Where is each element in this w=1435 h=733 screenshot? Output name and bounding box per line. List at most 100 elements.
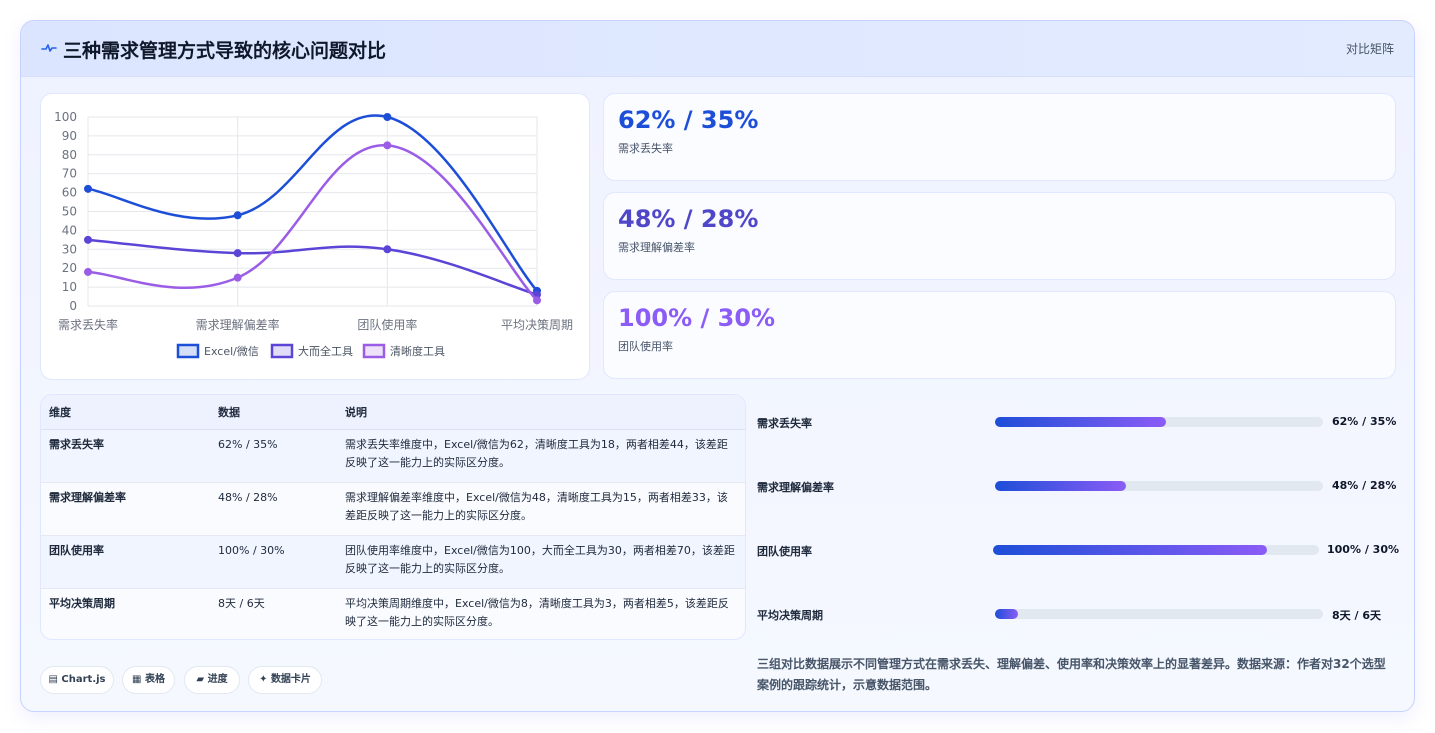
- page-title: 三种需求管理方式导致的核心问题对比: [63, 40, 387, 62]
- badge-label: 数据卡片: [270, 674, 311, 685]
- stat-value: 48% / 28%: [618, 205, 759, 233]
- progress-row: 平均决策周期 8天 / 6天: [757, 605, 1397, 625]
- stat-card-2: 48% / 28% 需求理解偏差率: [603, 192, 1396, 280]
- table-cell: 48% / 28%: [218, 490, 278, 504]
- badge-label: Chart.js: [61, 674, 106, 685]
- progress-icon: ▰: [196, 674, 205, 685]
- x-tick-label: 团队使用率: [357, 317, 417, 332]
- stat-card-3: 100% / 30% 团队使用率: [603, 291, 1396, 379]
- line-chart: 0 10 20 30 40 50 60 70 80 90 100 需求丢失率 需求理解偏差率 团队使用率 平…: [54, 110, 573, 359]
- card-header: 三种需求管理方式导致的核心问题对比 对比矩阵: [21, 21, 1414, 77]
- y-tick-label: 100: [54, 110, 77, 124]
- progress-fill: [995, 481, 1127, 491]
- data-point: [233, 273, 242, 282]
- badge-data-cards[interactable]: ✦ 数据卡片: [248, 666, 322, 694]
- stat-label: 需求丢失率: [618, 142, 673, 155]
- badge-label: 进度: [207, 674, 228, 685]
- table-row: 需求理解偏差率 48% / 28% 需求理解偏差率维度中，Excel/微信为48…: [41, 482, 745, 535]
- table-cell: 团队使用率: [49, 543, 104, 557]
- progress-label: 需求理解偏差率: [757, 481, 834, 494]
- table-row: 平均决策周期 8天 / 6天 平均决策周期维度中，Excel/微信为8，清晰度工…: [41, 588, 745, 639]
- column-header: 数据: [210, 395, 337, 430]
- progress-value: 100% / 30%: [1327, 543, 1399, 556]
- x-tick-label: 平均决策周期: [501, 318, 573, 332]
- data-point: [84, 184, 92, 193]
- table-row: 需求丢失率 62% / 35% 需求丢失率维度中，Excel/微信为62，清晰度…: [41, 429, 745, 482]
- series-line: [87, 114, 538, 292]
- progress-track: [993, 545, 1319, 555]
- chart-icon: ▤: [48, 674, 58, 685]
- footnote: 三组对比数据展示不同管理方式在需求丢失、理解偏差、使用率和决策效率上的显著差异。…: [757, 657, 1386, 692]
- data-point: [383, 141, 392, 150]
- badge-chartjs[interactable]: ▤ Chart.js: [40, 666, 114, 694]
- stat-label: 需求理解偏差率: [618, 241, 695, 254]
- table-header-row: 维度 数据 说明: [41, 395, 745, 430]
- table-cell: 8天 / 6天: [218, 596, 265, 610]
- y-tick-label: 80: [62, 148, 77, 162]
- x-tick-label: 需求丢失率: [58, 317, 118, 332]
- y-tick-label: 10: [62, 280, 77, 294]
- table-cell: 需求丢失率维度中，Excel/微信为62，清晰度工具为18，两者相差44，该差距…: [345, 437, 728, 469]
- x-tick-label: 需求理解偏差率: [196, 317, 280, 332]
- stat-card-1: 62% / 35% 需求丢失率: [603, 93, 1396, 181]
- table-cell: 团队使用率维度中，Excel/微信为100，大而全工具为30，两者相差70，该差…: [345, 543, 735, 575]
- table-cell: 62% / 35%: [218, 437, 278, 451]
- progress-label: 平均决策周期: [757, 609, 823, 622]
- progress-fill: [995, 417, 1166, 427]
- table-cell: 平均决策周期: [49, 596, 115, 610]
- data-point: [84, 267, 92, 276]
- progress-track: [995, 609, 1323, 619]
- progress-label: 团队使用率: [757, 545, 812, 558]
- progress-value: 62% / 35%: [1332, 415, 1397, 428]
- comparison-card: 三种需求管理方式导致的核心问题对比 对比矩阵 0 10 20 30 40 50 60 70 80…: [20, 20, 1415, 712]
- table-cell: 需求丢失率: [49, 437, 104, 451]
- comparison-table: 维度 数据 说明 需求丢失率 62% / 35% 需求丢失率维度中，Excel/…: [41, 395, 745, 639]
- stat-value: 100% / 30%: [618, 304, 776, 332]
- pulse-icon: [41, 44, 57, 52]
- stat-value: 62% / 35%: [618, 106, 759, 134]
- progress-value: 8天 / 6天: [1332, 609, 1381, 622]
- legend-swatch: [362, 343, 386, 359]
- progress-fill: [993, 545, 1267, 555]
- data-point: [383, 245, 392, 254]
- progress-track: [995, 417, 1323, 427]
- y-tick-label: 30: [62, 242, 77, 256]
- table-cell: 100% / 30%: [218, 543, 285, 557]
- header-tag: 对比矩阵: [1345, 42, 1394, 56]
- progress-value: 48% / 28%: [1332, 479, 1397, 492]
- progress-row: 需求理解偏差率 48% / 28%: [757, 477, 1397, 497]
- badge-table[interactable]: ▦ 表格: [122, 666, 175, 694]
- legend-swatch: [270, 343, 294, 359]
- badge-progress[interactable]: ▰ 进度: [184, 666, 240, 694]
- legend-swatch: [176, 343, 200, 359]
- comparison-table-panel: 维度 数据 说明 需求丢失率 62% / 35% 需求丢失率维度中，Excel/…: [40, 394, 746, 640]
- data-point: [533, 296, 541, 305]
- data-point: [233, 249, 242, 258]
- legend-label: 清晰度工具: [390, 344, 445, 358]
- data-point: [233, 211, 242, 220]
- progress-row: 团队使用率 100% / 30%: [757, 541, 1399, 561]
- column-header: 维度: [41, 395, 210, 430]
- progress-row: 需求丢失率 62% / 35%: [757, 413, 1397, 433]
- table-row: 团队使用率 100% / 30% 团队使用率维度中，Excel/微信为100，大…: [41, 535, 745, 588]
- progress-fill: [995, 609, 1018, 619]
- data-point: [383, 113, 392, 121]
- y-tick-label: 70: [62, 167, 77, 181]
- series-line: [87, 144, 538, 302]
- progress-label: 需求丢失率: [757, 417, 812, 430]
- badge-label: 表格: [144, 674, 165, 685]
- y-tick-label: 20: [62, 261, 77, 275]
- data-point: [84, 235, 92, 244]
- stat-label: 团队使用率: [618, 340, 673, 353]
- progress-track: [995, 481, 1323, 491]
- table-icon: ▦: [132, 674, 142, 685]
- table-cell: 平均决策周期维度中，Excel/微信为8，清晰度工具为3，两者相差5，该差距反映…: [345, 596, 729, 628]
- line-chart-panel: 0 10 20 30 40 50 60 70 80 90 100 需求丢失率 需求理解偏差率 团队使用率 平…: [40, 93, 590, 380]
- sparkle-icon: ✦: [259, 674, 268, 685]
- table-cell: 需求理解偏差率: [49, 490, 126, 504]
- legend-label: Excel/微信: [204, 344, 259, 358]
- legend-label: 大而全工具: [298, 344, 353, 358]
- y-tick-label: 60: [62, 186, 77, 200]
- y-tick-label: 90: [62, 129, 77, 143]
- column-header: 说明: [337, 395, 745, 430]
